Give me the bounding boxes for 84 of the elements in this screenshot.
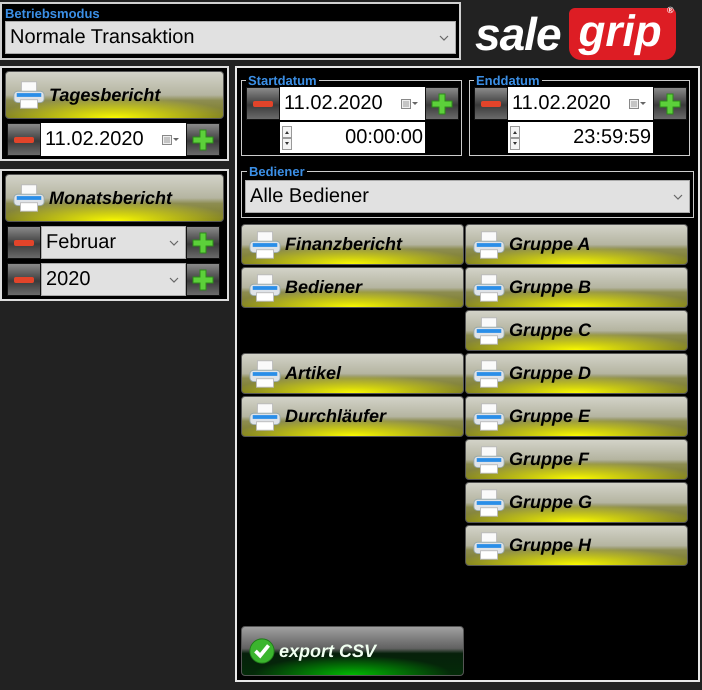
decrement-button[interactable] (7, 226, 41, 259)
plus-icon (191, 268, 215, 292)
group-label: Bediener (248, 165, 306, 178)
date-field[interactable]: 11.02.2020 (41, 123, 186, 156)
date-field[interactable]: 11.02.2020 (508, 87, 653, 120)
printer-icon (472, 316, 506, 346)
printer-icon (248, 358, 282, 388)
printer-icon (248, 230, 282, 260)
report-button[interactable]: Tagesbericht (5, 71, 224, 119)
date-text: 11.02.2020 (512, 92, 611, 115)
dropdown-caret-icon (673, 194, 683, 200)
printer-icon (472, 272, 506, 302)
increment-button[interactable] (186, 263, 220, 296)
checkmark-icon (248, 637, 276, 665)
increment-button[interactable] (186, 226, 220, 259)
field-label: Betriebsmodus (5, 6, 101, 21)
group-label: Startdatum (247, 74, 318, 87)
decrement-button[interactable] (246, 87, 280, 120)
decrement-button[interactable] (7, 123, 41, 156)
report-button[interactable]: Bediener (241, 267, 464, 308)
spinner-icon (282, 126, 292, 150)
printer-icon (472, 530, 506, 560)
dropdown[interactable]: Alle Bediener (245, 180, 690, 213)
report-button[interactable]: Gruppe C (465, 310, 688, 351)
report-button[interactable]: Finanzbericht (241, 224, 464, 265)
printer-icon (472, 402, 506, 432)
minus-icon (12, 240, 36, 246)
dropdown-caret-icon (439, 34, 449, 40)
printer-icon (248, 272, 282, 302)
printer-icon (12, 183, 46, 213)
date-text: 11.02.2020 (284, 92, 383, 115)
time-field[interactable]: 00:00:00 (280, 122, 425, 153)
printer-icon (472, 358, 506, 388)
report-button[interactable]: Gruppe A (465, 224, 688, 265)
printer-icon (472, 488, 506, 518)
dropdown-value: 2020 (46, 268, 90, 291)
increment-button[interactable] (425, 87, 459, 120)
registered-mark: ® (667, 5, 674, 15)
dropdown-value: Alle Bediener (250, 185, 369, 208)
report-button[interactable]: Gruppe D (465, 353, 688, 394)
time-text: 23:59:59 (573, 126, 651, 149)
export-button[interactable]: export CSV (241, 626, 464, 676)
plus-icon (658, 92, 682, 116)
group-label: Enddatum (475, 74, 541, 87)
increment-button[interactable] (653, 87, 687, 120)
logo-text: sale (475, 10, 561, 58)
report-button[interactable]: Gruppe B (465, 267, 688, 308)
plus-icon (430, 92, 454, 116)
dropdown[interactable]: Normale Transaktion (5, 21, 456, 54)
dropdown-caret-icon (169, 276, 179, 282)
date-text: 11.02.2020 (45, 128, 144, 151)
dropdown-caret-icon (169, 240, 179, 246)
dropdown-value: Normale Transaktion (10, 26, 195, 49)
minus-icon (479, 100, 503, 106)
report-button[interactable]: Gruppe G (465, 482, 688, 523)
decrement-button[interactable] (7, 263, 41, 296)
dropdown[interactable]: 2020 (41, 263, 186, 296)
plus-icon (191, 230, 215, 254)
printer-icon (248, 402, 282, 432)
time-text: 00:00:00 (345, 126, 423, 149)
calendar-icon (629, 98, 647, 108)
decrement-button[interactable] (474, 87, 508, 120)
report-button[interactable]: Gruppe H (465, 525, 688, 566)
minus-icon (251, 100, 275, 106)
time-field[interactable]: 23:59:59 (508, 122, 653, 153)
minus-icon (12, 276, 36, 282)
plus-icon (191, 128, 215, 152)
report-button[interactable]: Artikel (241, 353, 464, 394)
printer-icon (472, 230, 506, 260)
calendar-icon (401, 98, 419, 108)
report-button[interactable]: Monatsbericht (5, 174, 224, 222)
printer-icon (472, 444, 506, 474)
spinner-icon (510, 126, 520, 150)
increment-button[interactable] (186, 123, 220, 156)
report-button[interactable]: Gruppe E (465, 396, 688, 437)
report-button[interactable]: Gruppe F (465, 439, 688, 480)
dropdown-value: Februar (46, 231, 116, 254)
dropdown[interactable]: Februar (41, 226, 186, 259)
printer-icon (12, 80, 46, 110)
logo-text: grip (578, 7, 662, 56)
calendar-icon (162, 134, 180, 144)
minus-icon (12, 136, 36, 142)
date-field[interactable]: 11.02.2020 (280, 87, 425, 120)
report-button[interactable]: Durchläufer (241, 396, 464, 437)
